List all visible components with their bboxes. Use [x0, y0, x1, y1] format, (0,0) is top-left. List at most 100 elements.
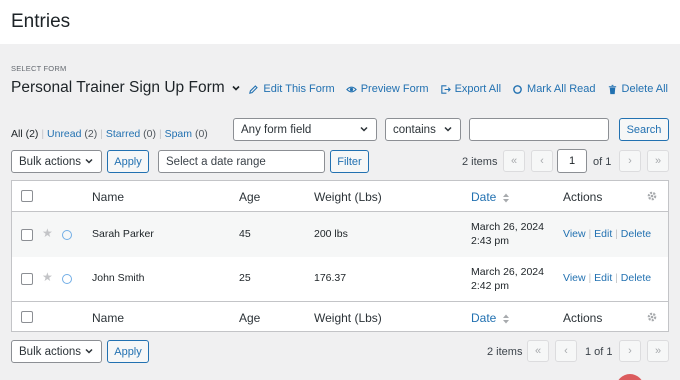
gear-icon[interactable] — [646, 311, 658, 323]
page-number-input[interactable]: 1 — [557, 149, 587, 173]
mark-all-read-link[interactable]: Mark All Read — [512, 83, 596, 95]
column-name: Name — [92, 190, 125, 204]
help-button[interactable] — [616, 374, 644, 380]
operator-select[interactable]: contains — [385, 118, 461, 141]
row-checkbox[interactable] — [21, 229, 33, 241]
sort-icon — [502, 193, 509, 203]
bulk-actions-select-bottom[interactable]: Bulk actions — [11, 340, 102, 363]
status-links: All (2) | Unread (2) | Starred (0) | Spa… — [11, 128, 208, 140]
column-date[interactable]: Date — [471, 311, 510, 325]
entry-weight: 176.37 — [314, 272, 347, 284]
column-actions: Actions — [563, 311, 603, 325]
select-form-label: SELECT FORM — [11, 64, 67, 73]
chevron-down-icon — [444, 126, 452, 132]
star-icon[interactable]: ★ — [42, 226, 53, 240]
row-actions: View | Edit | Delete — [563, 228, 652, 240]
edit-link[interactable]: Edit — [594, 228, 612, 240]
preview-form-label: Preview Form — [360, 83, 429, 95]
edit-form-link[interactable]: Edit This Form — [248, 83, 335, 95]
pencil-icon — [249, 84, 259, 94]
select-all-checkbox[interactable] — [21, 190, 33, 202]
entry-age: 25 — [239, 272, 251, 284]
bulk-actions-select[interactable]: Bulk actions — [11, 150, 102, 173]
date-range-input[interactable]: Select a date range — [158, 150, 325, 173]
table-row: ★ John Smith 25 176.37 March 26, 2024 2:… — [12, 257, 668, 301]
entry-date: March 26, 2024 — [471, 221, 544, 233]
circle-icon — [513, 84, 522, 94]
export-all-link[interactable]: Export All — [440, 83, 501, 95]
export-icon — [440, 84, 451, 94]
search-input[interactable] — [469, 118, 609, 141]
chevron-down-icon — [232, 85, 240, 91]
table-row: ★ Sarah Parker 45 200 lbs March 26, 2024… — [12, 212, 668, 257]
form-field-select[interactable]: Any form field — [233, 118, 377, 141]
chevron-down-icon — [85, 348, 93, 354]
column-age: Age — [239, 190, 261, 204]
search-button[interactable]: Search — [619, 118, 669, 141]
page-text-bottom: 1 of 1 — [585, 346, 613, 358]
edit-link[interactable]: Edit — [594, 272, 612, 284]
star-icon[interactable]: ★ — [42, 270, 53, 284]
delete-all-label: Delete All — [621, 83, 668, 95]
column-date[interactable]: Date — [471, 190, 510, 204]
view-link[interactable]: View — [563, 272, 586, 284]
entry-name: Sarah Parker — [92, 228, 154, 240]
row-actions: View | Edit | Delete — [563, 272, 652, 284]
last-page-button-bottom[interactable]: » — [647, 340, 669, 362]
table-footer: Name Age Weight (Lbs) Date Actions — [12, 301, 668, 332]
unread-circle-icon[interactable] — [62, 230, 72, 240]
form-name: Personal Trainer Sign Up Form — [11, 79, 225, 96]
delete-link[interactable]: Delete — [621, 228, 651, 240]
column-weight: Weight (Lbs) — [314, 190, 382, 204]
prev-page-button-bottom[interactable]: ‹ — [555, 340, 577, 362]
column-weight: Weight (Lbs) — [314, 311, 382, 325]
items-count-bottom: 2 items — [487, 346, 523, 358]
first-page-button[interactable]: « — [503, 150, 525, 172]
column-actions: Actions — [563, 190, 603, 204]
entry-weight: 200 lbs — [314, 228, 348, 240]
first-page-button-bottom[interactable]: « — [527, 340, 549, 362]
status-spam[interactable]: Spam (0) — [165, 128, 208, 140]
filter-button[interactable]: Filter — [330, 150, 369, 173]
export-all-label: Export All — [454, 83, 502, 95]
next-page-button[interactable]: › — [619, 150, 641, 172]
mark-all-read-label: Mark All Read — [527, 83, 596, 95]
entry-date: March 26, 2024 — [471, 266, 544, 278]
operator-select-value: contains — [393, 123, 436, 136]
row-checkbox[interactable] — [21, 273, 33, 285]
gear-icon[interactable] — [646, 190, 658, 202]
unread-circle-icon[interactable] — [62, 274, 72, 284]
column-age: Age — [239, 311, 261, 325]
form-selector[interactable]: Personal Trainer Sign Up Form — [11, 79, 241, 97]
sort-icon — [502, 314, 509, 324]
form-field-select-value: Any form field — [241, 123, 312, 136]
chevron-down-icon — [360, 126, 368, 132]
last-page-button[interactable]: » — [647, 150, 669, 172]
items-count: 2 items — [462, 156, 498, 168]
next-page-button-bottom[interactable]: › — [619, 340, 641, 362]
status-all[interactable]: All (2) — [11, 128, 38, 140]
view-link[interactable]: View — [563, 228, 586, 240]
page-header: Entries — [0, 0, 680, 44]
prev-page-button[interactable]: ‹ — [531, 150, 553, 172]
preview-form-link[interactable]: Preview Form — [345, 83, 429, 95]
bulk-actions-value: Bulk actions — [19, 345, 82, 358]
trash-icon — [608, 84, 616, 94]
select-all-checkbox[interactable] — [21, 311, 33, 323]
status-starred[interactable]: Starred (0) — [106, 128, 156, 140]
apply-button[interactable]: Apply — [107, 150, 149, 173]
entry-name: John Smith — [92, 272, 145, 284]
bulk-actions-value: Bulk actions — [19, 155, 82, 168]
delete-link[interactable]: Delete — [621, 272, 651, 284]
delete-all-link[interactable]: Delete All — [607, 83, 668, 95]
page-title: Entries — [11, 11, 71, 32]
entry-age: 45 — [239, 228, 251, 240]
chevron-down-icon — [85, 158, 93, 164]
eye-icon — [345, 86, 357, 92]
page-total: of 1 — [593, 156, 612, 168]
table-header: Name Age Weight (Lbs) Date Actions — [12, 181, 668, 212]
apply-button-bottom[interactable]: Apply — [107, 340, 149, 363]
edit-form-label: Edit This Form — [263, 83, 335, 95]
entry-time: 2:43 pm — [471, 235, 509, 247]
status-unread[interactable]: Unread (2) — [47, 128, 97, 140]
